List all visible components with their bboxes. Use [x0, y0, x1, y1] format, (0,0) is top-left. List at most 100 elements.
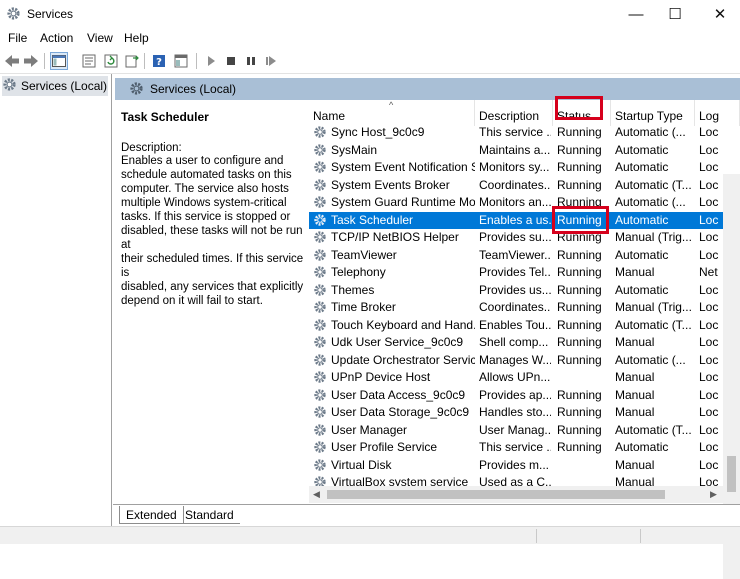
service-status: Running: [557, 160, 602, 174]
stop-service-icon[interactable]: [222, 52, 240, 70]
service-gear-icon: [313, 318, 327, 332]
table-row-selected[interactable]: Task Scheduler Enables a us... Running Auto…: [309, 211, 740, 229]
show-hide-pane-icon[interactable]: [172, 52, 190, 70]
services-list: ^ Name Description Status Startup Type L…: [309, 100, 740, 508]
forward-icon[interactable]: [22, 52, 40, 70]
column-header-log-on-as[interactable]: Log: [695, 100, 740, 126]
service-name: Task Scheduler: [331, 212, 414, 227]
service-log-on-as: Loc: [699, 160, 719, 174]
description-line: multiple Windows system-critical: [121, 197, 287, 209]
table-row[interactable]: System Guard Runtime Mo... Monitors an...…: [309, 194, 740, 212]
service-startup-type: Automatic: [615, 142, 669, 157]
service-startup-type: Manual: [615, 405, 655, 419]
table-row[interactable]: System Event Notification S... Monitors s…: [309, 159, 740, 177]
table-row[interactable]: Update Orchestrator Service Manages W... R…: [309, 352, 740, 370]
service-gear-icon: [313, 353, 327, 367]
tree-item-services-local[interactable]: Services (Local): [2, 76, 108, 96]
console-tree-icon[interactable]: [50, 52, 68, 70]
table-row[interactable]: Time Broker Coordinates... Running Manual (…: [309, 299, 740, 317]
horizontal-scrollbar[interactable]: ◀ ▶: [309, 486, 723, 503]
service-status: Running: [557, 387, 602, 402]
table-row[interactable]: Telephony Provides Tel... Running Manual Net: [309, 264, 740, 282]
start-service-icon[interactable]: [202, 52, 220, 70]
service-description-cell: Handles sto...: [479, 405, 551, 419]
service-name: Update Orchestrator Service: [331, 352, 475, 367]
service-description-cell: This service ...: [479, 125, 551, 139]
description-label: Description:: [121, 142, 182, 154]
service-name: User Manager: [331, 422, 408, 437]
service-description-cell: Monitors an...: [479, 195, 551, 209]
sort-ascending-icon: ^: [389, 100, 394, 110]
service-status: Running: [557, 405, 602, 419]
table-row[interactable]: User Data Storage_9c0c9 Handles sto... Run…: [309, 404, 740, 422]
table-row[interactable]: Themes Provides us... Running Automatic Loc: [309, 282, 740, 300]
restart-service-icon[interactable]: [262, 52, 280, 70]
table-row[interactable]: User Profile Service This service ... Runn…: [309, 439, 740, 457]
table-row[interactable]: SysMain Maintains a... Running Automatic Loc: [309, 142, 740, 160]
service-status: Running: [557, 300, 602, 314]
description-line: their scheduled times. If this service i…: [121, 253, 304, 279]
service-description-cell: Maintains a...: [479, 142, 551, 157]
service-startup-type: Manual: [615, 265, 655, 279]
service-name: SysMain: [331, 142, 378, 157]
service-status: Running: [557, 440, 602, 454]
service-gear-icon: [313, 440, 327, 454]
toolbar-separator: [196, 53, 197, 69]
table-row[interactable]: UPnP Device Host Allows UPn... Manual Loc: [309, 369, 740, 387]
service-name: Touch Keyboard and Hand...: [331, 317, 475, 332]
service-gear-icon: [313, 265, 327, 279]
service-status: Running: [557, 422, 602, 437]
service-name: System Event Notification S...: [331, 160, 475, 174]
properties-icon[interactable]: [80, 52, 98, 70]
service-startup-type: Manual: [615, 387, 655, 402]
column-header-name[interactable]: ^ Name: [309, 100, 475, 126]
service-status: Running: [557, 335, 602, 349]
close-button[interactable]: ✕: [697, 0, 740, 28]
scroll-right-icon[interactable]: ▶: [710, 489, 717, 500]
refresh-icon[interactable]: [102, 52, 120, 70]
description-line: computer. The service also hosts: [121, 183, 289, 195]
service-gear-icon: [313, 248, 327, 262]
vertical-scroll-thumb[interactable]: [727, 456, 736, 492]
pause-service-icon[interactable]: [242, 52, 260, 70]
table-row[interactable]: User Data Access_9c0c9 Provides ap... Runn…: [309, 387, 740, 405]
menu-view[interactable]: View: [87, 31, 113, 45]
service-name: User Data Access_9c0c9: [331, 387, 466, 402]
service-startup-type: Automatic: [615, 247, 669, 262]
service-startup-type: Manual (Trig...: [615, 230, 692, 244]
maximize-button[interactable]: ☐: [652, 0, 698, 28]
service-startup-type: Manual: [615, 370, 655, 384]
menu-file[interactable]: File: [8, 31, 27, 45]
table-row[interactable]: TeamViewer TeamViewer... Running Automatic L…: [309, 247, 740, 265]
service-status: Running: [557, 317, 602, 332]
status-divider: [640, 529, 641, 543]
service-gear-icon: [313, 300, 327, 314]
table-row[interactable]: Virtual Disk Provides m... Manual Loc: [309, 457, 740, 475]
status-header-highlight: [555, 96, 603, 120]
main-header: Services (Local): [115, 78, 740, 100]
column-header-description[interactable]: Description: [475, 100, 553, 126]
service-name: UPnP Device Host: [331, 370, 431, 384]
toolbar-separator: [144, 53, 145, 69]
help-icon[interactable]: ?: [150, 52, 168, 70]
export-list-icon[interactable]: [123, 52, 141, 70]
table-row[interactable]: Sync Host_9c0c9 This service ... Running Au…: [309, 124, 740, 142]
table-row[interactable]: System Events Broker Coordinates... Runnin…: [309, 177, 740, 195]
service-gear-icon: [313, 178, 327, 192]
table-row[interactable]: TCP/IP NetBIOS Helper Provides su... Runni…: [309, 229, 740, 247]
back-icon[interactable]: [3, 52, 21, 70]
menu-action[interactable]: Action: [40, 31, 73, 45]
tab-extended[interactable]: Extended: [119, 506, 184, 524]
menu-help[interactable]: Help: [124, 31, 149, 45]
table-row[interactable]: User Manager User Manag... Running Automati…: [309, 422, 740, 440]
service-description-cell: Allows UPn...: [479, 370, 551, 384]
services-window: Services — ☐ ✕ File Action View Help ? S…: [0, 0, 740, 579]
scroll-left-icon[interactable]: ◀: [313, 489, 320, 500]
table-row[interactable]: Touch Keyboard and Hand... Enables Tou...…: [309, 317, 740, 335]
horizontal-scroll-thumb[interactable]: [327, 490, 665, 499]
table-row[interactable]: Udk User Service_9c0c9 Shell comp... Runni…: [309, 334, 740, 352]
column-header-startup-type[interactable]: Startup Type: [611, 100, 695, 126]
services-gear-icon: [6, 6, 21, 21]
menu-bar: File Action View Help: [0, 28, 740, 48]
tab-standard[interactable]: Standard: [179, 506, 240, 524]
